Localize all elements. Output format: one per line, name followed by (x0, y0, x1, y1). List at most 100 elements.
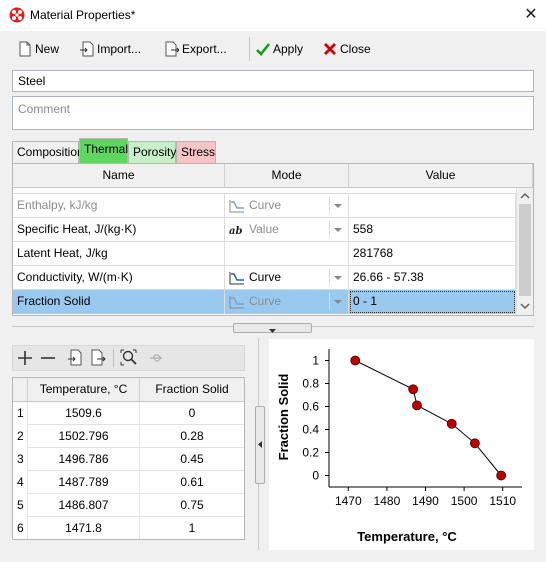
scroll-up-icon[interactable] (518, 190, 532, 202)
property-mode-cell[interactable]: ab Value (225, 218, 349, 242)
scroll-down-icon[interactable] (518, 300, 532, 312)
mode-dropdown-arrow-icon[interactable] (329, 269, 345, 286)
column-header-fraction-solid[interactable]: Fraction Solid (140, 378, 244, 402)
row-index: 1 (13, 402, 28, 425)
comment-input[interactable]: Comment (12, 96, 534, 130)
fraction-cell[interactable]: 0.45 (140, 448, 244, 471)
temperature-cell[interactable]: 1486.807 (28, 494, 140, 517)
x-axis-label: Temperature, °C (357, 529, 457, 544)
toolbar-separator (249, 37, 250, 61)
fraction-cell[interactable]: 0.61 (140, 471, 244, 494)
property-row[interactable]: Enthalpy, kJ/kg Curve (13, 194, 516, 218)
export-button[interactable]: Export... (165, 38, 227, 60)
table-row[interactable]: 3 1496.786 0.45 (13, 448, 244, 471)
property-value-cell[interactable]: 281768 (349, 242, 516, 266)
temperature-cell[interactable]: 1509.6 (28, 402, 140, 425)
table-row[interactable]: 5 1486.807 0.75 (13, 494, 244, 517)
temperature-cell[interactable]: 1487.789 (28, 471, 140, 494)
triangle-left-icon (258, 441, 262, 448)
x-tick-label: 1500 (451, 494, 478, 508)
tab-porosity[interactable]: Porosity (128, 141, 176, 163)
tab-stress[interactable]: Stress (176, 141, 216, 163)
red-x-icon (324, 43, 336, 55)
svg-text:ab: ab (229, 226, 242, 237)
material-name-input[interactable]: Steel (12, 70, 534, 92)
fraction-solid-chart: 1470 1480 1490 1500 1510 0 0.2 0.4 0.6 0.8 1 Tempe… (276, 349, 522, 544)
row-index: 2 (13, 425, 28, 448)
y-tick-label: 1 (312, 354, 319, 368)
zoom-fit-icon[interactable] (120, 349, 138, 366)
add-icon[interactable] (17, 350, 33, 366)
property-value-cell[interactable]: 558 (349, 218, 516, 242)
column-header-value[interactable]: Value (349, 164, 533, 188)
splitter-line-left (12, 326, 233, 327)
column-header-name[interactable]: Name (13, 164, 225, 188)
tab-composition[interactable]: Composition (12, 141, 84, 163)
property-mode-cell[interactable]: Curve (225, 194, 349, 218)
mode-dropdown-arrow-icon[interactable] (329, 293, 345, 310)
tab-thermal[interactable]: Thermal (79, 138, 128, 163)
property-mode-cell[interactable] (225, 242, 349, 266)
fraction-cell[interactable]: 0.28 (140, 425, 244, 448)
new-button[interactable]: New (18, 38, 59, 60)
table-row[interactable]: 4 1487.789 0.61 (13, 471, 244, 494)
column-header-temperature[interactable]: Temperature, °C (28, 378, 140, 402)
property-mode-cell[interactable]: Curve (225, 266, 349, 290)
temperature-cell[interactable]: 1471.8 (28, 517, 140, 539)
apply-button[interactable]: Apply (256, 38, 303, 60)
property-row[interactable]: Conductivity, W/(m·K) Curve 26.66 - 57.38 (13, 266, 516, 290)
mode-label: Curve (249, 270, 282, 284)
export-icon (165, 41, 179, 57)
table-row[interactable]: 2 1502.796 0.28 (13, 425, 244, 448)
fraction-cell[interactable]: 0.75 (140, 494, 244, 517)
data-point (446, 418, 457, 429)
property-name-cell[interactable]: Specific Heat, J/(kg·K) (13, 218, 225, 242)
x-tick-label: 1470 (335, 494, 362, 508)
property-row[interactable]: Fraction Solid Curve 0 - 1 (13, 290, 516, 314)
property-name-cell[interactable]: Conductivity, W/(m·K) (13, 266, 225, 290)
export-curve-icon[interactable] (90, 349, 106, 366)
table-row[interactable]: 6 1471.8 1 (13, 517, 244, 539)
remove-icon[interactable] (40, 350, 56, 366)
import-button-label: Import... (97, 42, 142, 56)
import-icon (80, 41, 94, 57)
import-button[interactable]: Import... (80, 38, 141, 60)
fraction-cell[interactable]: 0 (140, 402, 244, 425)
expand-splitter-button[interactable] (233, 323, 312, 333)
table-row[interactable]: 1 1509.6 0 (13, 402, 244, 425)
usb-icon (150, 354, 162, 362)
y-tick-label: 0.6 (302, 400, 319, 414)
property-name-cell[interactable]: Latent Heat, J/kg (13, 242, 225, 266)
property-value-cell[interactable] (349, 194, 516, 218)
scrollbar-thumb[interactable] (519, 204, 531, 296)
mode-label: Curve (249, 294, 282, 308)
property-row[interactable]: Specific Heat, J/(kg·K) ab Value 558 (13, 218, 516, 242)
y-tick-label: 0.8 (302, 377, 319, 391)
temperature-cell[interactable]: 1496.786 (28, 448, 140, 471)
temperature-cell[interactable]: 1502.796 (28, 425, 140, 448)
close-button[interactable]: Close (323, 38, 371, 60)
mode-dropdown-arrow-icon[interactable] (329, 221, 345, 238)
toolbar-separator (113, 349, 114, 367)
window-close-icon[interactable]: ✕ (520, 4, 542, 26)
apply-button-label: Apply (273, 42, 304, 56)
app-logo-icon (9, 7, 25, 23)
data-series-line (355, 360, 502, 476)
y-axis-label: Fraction Solid (276, 374, 291, 461)
property-row[interactable]: Latent Heat, J/kg 281768 (13, 242, 516, 266)
fraction-cell[interactable]: 1 (140, 517, 244, 539)
column-header-mode[interactable]: Mode (225, 164, 349, 188)
property-value-cell[interactable]: 26.66 - 57.38 (349, 266, 516, 290)
data-point (496, 470, 507, 481)
collapse-panel-button[interactable] (255, 406, 265, 484)
x-tick-label: 1490 (412, 494, 439, 508)
import-curve-icon[interactable] (67, 349, 83, 366)
property-name-cell[interactable]: Enthalpy, kJ/kg (13, 194, 225, 218)
mode-dropdown-arrow-icon[interactable] (329, 197, 345, 214)
property-mode-cell[interactable]: Curve (225, 290, 349, 314)
x-tick-label: 1480 (374, 494, 401, 508)
new-file-icon (19, 41, 31, 57)
property-value-cell[interactable]: 0 - 1 (349, 290, 516, 314)
property-name-cell[interactable]: Fraction Solid (13, 290, 225, 314)
vertical-scrollbar[interactable] (516, 188, 533, 315)
